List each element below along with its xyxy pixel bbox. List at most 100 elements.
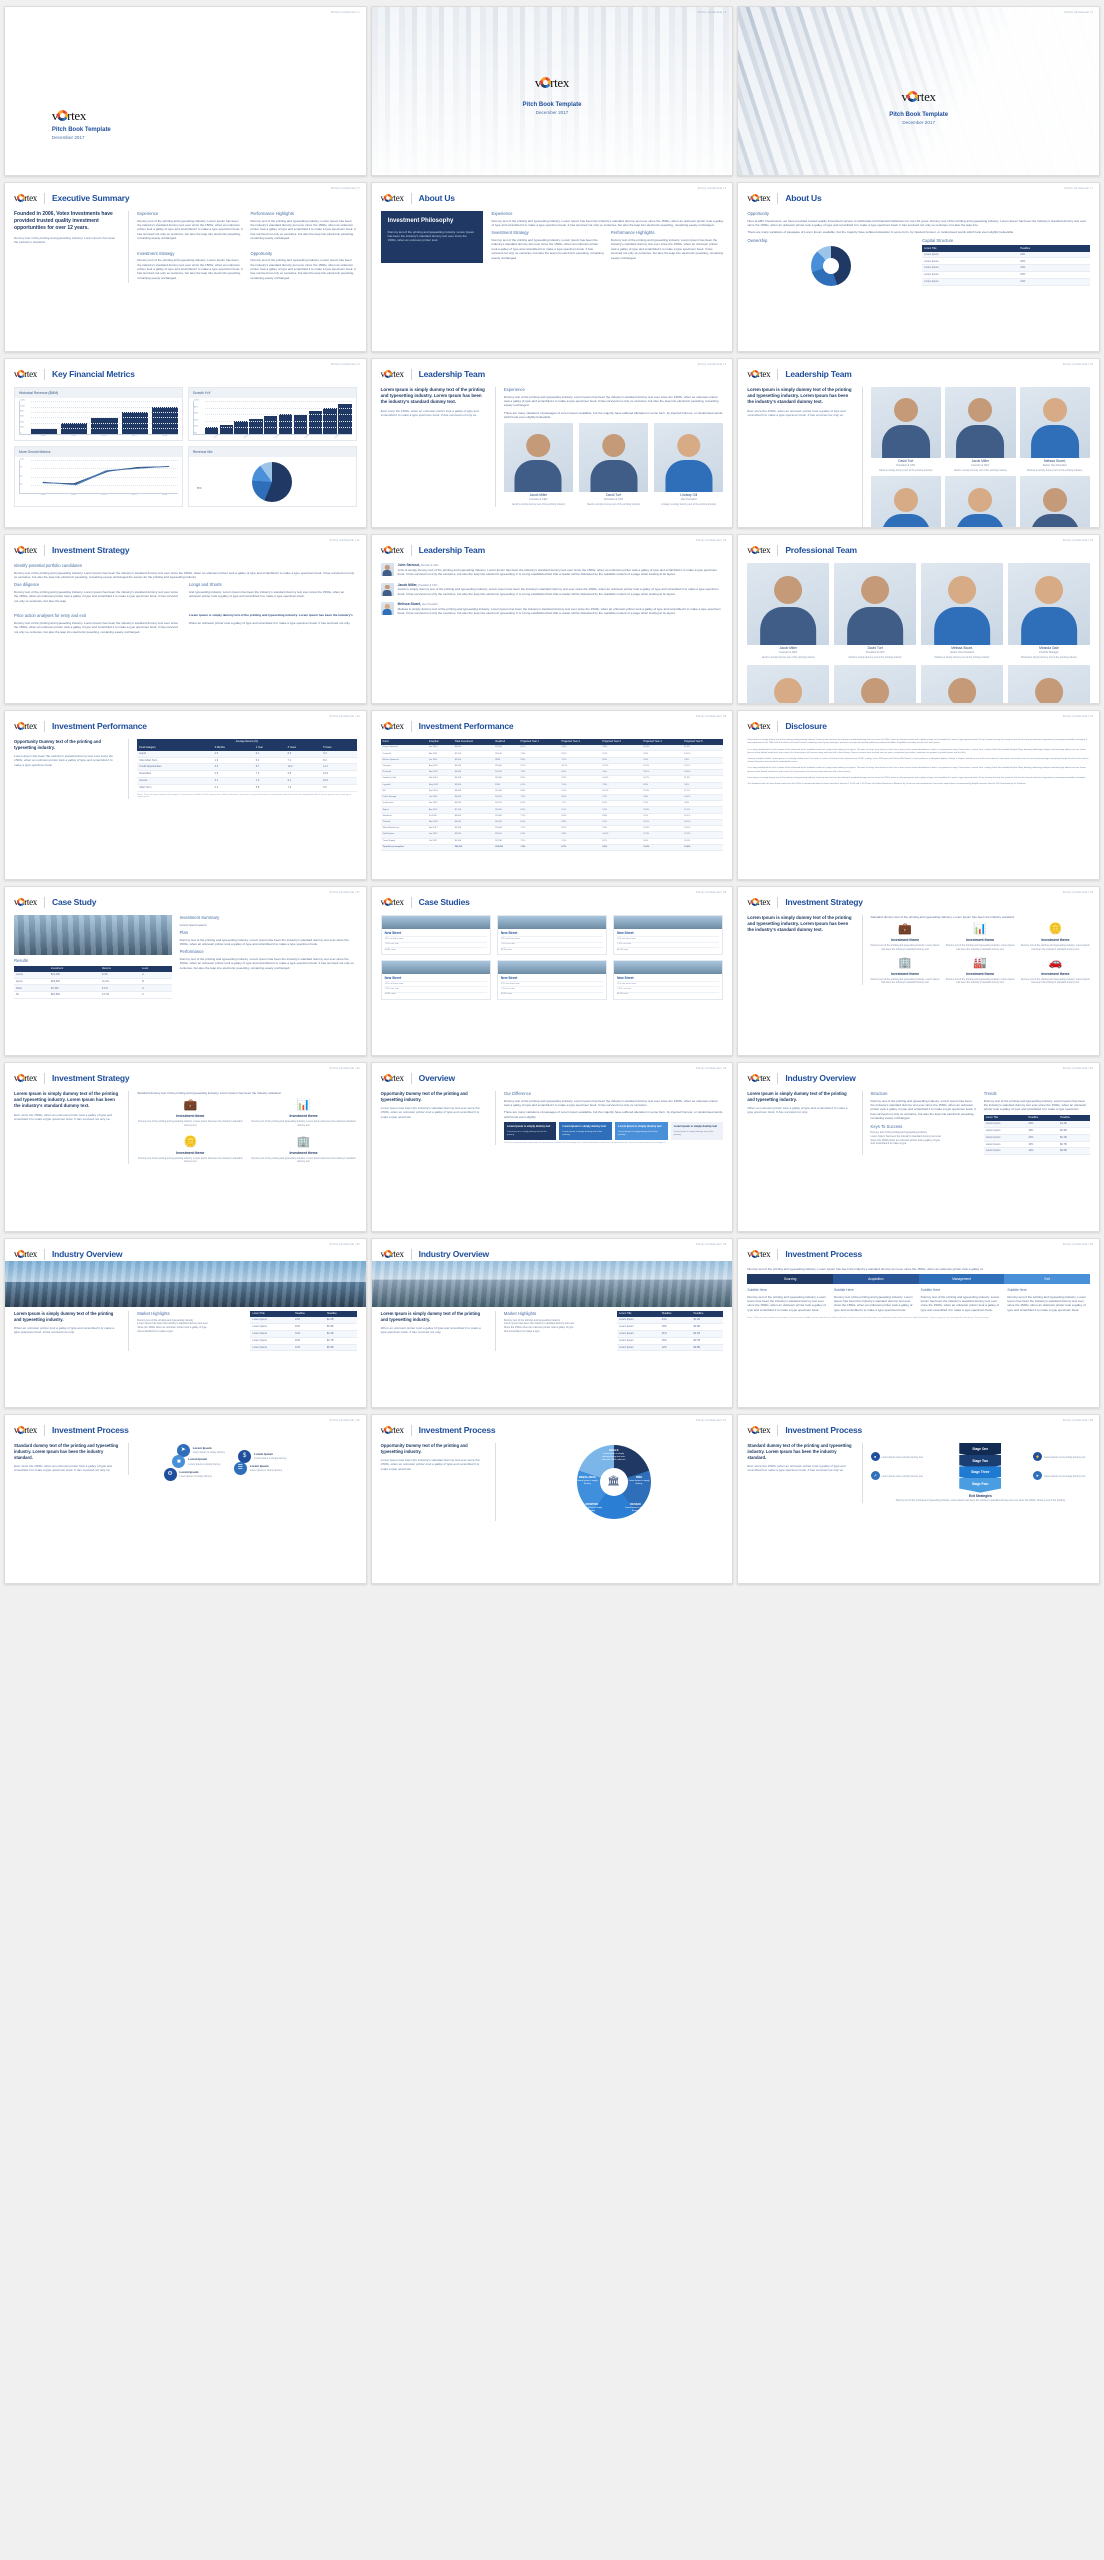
lead-subtext: Ever since the 1500s, when an unknown pr… (14, 1112, 113, 1121)
vortex-logo: v rtex (14, 1249, 37, 1259)
subtitle-text: Dummy text of the printing and typesetti… (920, 1294, 1000, 1312)
section-body-2: There are many variations of passages of… (503, 410, 723, 420)
segment-sub: Lorem Ipsum is simply dummy (581, 1507, 603, 1513)
y-tick: 80% (193, 405, 199, 408)
chart-title: Ownership (747, 237, 768, 243)
column-divider (128, 211, 130, 284)
stage-sourcing[interactable]: Sourcing (747, 1274, 833, 1285)
capital-structure-block: Capital Structure Lorem Title Headline L… (922, 238, 1090, 288)
slide-thumbnail-22[interactable]: Strictly Confidential | 23 v rtex Industr… (4, 1238, 367, 1408)
member-role: Senior Vice President (950, 651, 975, 655)
case-card[interactable]: New Street 12% net lease term 7.5% cost … (380, 915, 491, 955)
theme-text: Dummy text of the printing and typesetti… (1020, 944, 1090, 951)
clipboard-icon: ☰ (233, 1461, 247, 1475)
slide-thumbnail-24[interactable]: Strictly Confidential | 25 v rtex Investm… (737, 1238, 1100, 1408)
car-icon: 🚗 (1048, 957, 1063, 970)
x-axis-labels: 2014 2015 2016 2017 2018 (19, 435, 178, 438)
table-row: Lorem Ipsum 12% $0.5B (983, 1147, 1090, 1156)
professional-team-grid: Jacob Miller Founder & CEO Jacob is simp… (738, 557, 1099, 703)
theme-name: Investment theme (176, 1151, 205, 1156)
card-body: Lorem Ipsum is simply dummy text of the … (673, 1131, 714, 1137)
lead-column: Lorem Ipsum is simply dummy text of the … (14, 1091, 120, 1164)
slide-thumbnail-9[interactable]: Strictly Confidential | 10 v rtex Leaders… (737, 358, 1100, 528)
stage-management[interactable]: Management (918, 1274, 1005, 1285)
callout-body: When an unknown printer took a galley of… (188, 620, 351, 625)
member-role: Founder & CEO (971, 463, 990, 467)
table-row: Lorem Ipsum 12% $0.5B (250, 1344, 357, 1352)
case-card[interactable]: New Street 12% net lease term 7.5% cost … (380, 959, 491, 1000)
team-list: John Sarrusd, Founder & CEO John is simp… (372, 557, 733, 627)
slide-thumbnail-25[interactable]: Strictly Confidential | 26 v rtex Investm… (4, 1414, 367, 1584)
slide-thumbnail-23[interactable]: Strictly Confidential | 24 v rtex Industr… (370, 1238, 734, 1408)
slide-thumbnail-21[interactable]: Strictly Confidential | 22 v rtex Industr… (737, 1062, 1100, 1232)
slide-thumbnail-19[interactable]: Strictly Confidential | 20 v rtex Investm… (4, 1062, 367, 1232)
confidential-label: Strictly Confidential | 7 (1064, 187, 1093, 190)
slide-thumbnail-8[interactable]: Strictly Confidential | 9 v rtex Leadersh… (370, 358, 734, 528)
slide-header: v rtex Investment Process (5, 1415, 366, 1437)
avatar (945, 387, 1016, 458)
revenue-mix-chart: Revenue Mix 56% (187, 446, 357, 508)
slide-thumbnail-13[interactable]: Strictly Confidential | 14 v rtex Investm… (4, 710, 367, 880)
vortex-logo: v rtex (14, 369, 37, 379)
vortex-star-icon (17, 194, 26, 202)
slide-body: Lorem Ipsum is simply dummy text of the … (372, 1307, 733, 1359)
slide-thumbnail-1[interactable]: Strictly Confidential | 2 v rtex Pitch Bo… (4, 6, 367, 176)
team-member-card: Miranda Gale Portfolio Manager Miranda i… (1008, 563, 1090, 660)
lead-statement: Lorem Ipsum is simply dummy text of the … (380, 1311, 481, 1322)
summary-sections: Experience Dummy text of the printing an… (137, 211, 356, 283)
slide-thumbnail-2[interactable]: Strictly Confidential | 3 v rtex Pitch Bo… (370, 6, 734, 176)
slide-thumbnail-14[interactable]: Strictly Confidential | 15 v rtex Investm… (370, 710, 734, 880)
slide-thumbnail-15[interactable]: Strictly Confidential | 16 v rtex Disclos… (737, 710, 1100, 880)
confidential-label: Strictly Confidential | 12 (696, 539, 727, 542)
member-role: Vice President (421, 603, 438, 607)
stage-exit[interactable]: Exit (1004, 1274, 1091, 1285)
section-body: Dummy text of the printing and typesetti… (491, 238, 604, 260)
confidential-label: Strictly Confidential | 11 (329, 539, 360, 542)
slide-thumbnail-10[interactable]: Strictly Confidential | 11 v rtex Investm… (4, 534, 367, 704)
slide-body: Opportunity Here at ABC Investments, we … (738, 205, 1099, 296)
slide-thumbnail-11[interactable]: Strictly Confidential | 12 v rtex Leaders… (370, 534, 734, 704)
case-right-column: Investment Summary Lorem Ipsum Ipsum Pla… (180, 915, 357, 999)
slide-thumbnail-6[interactable]: Strictly Confidential | 7 v rtex About Us… (737, 182, 1100, 352)
process-funnel-diagram: ● Lorem Ipsum text is simply dummy text … (870, 1443, 1090, 1503)
member-name: Melissa Stuart, (397, 602, 421, 607)
case-card-kv: 7.5% cost rate (500, 941, 604, 947)
section-heading: Opportunity (250, 250, 273, 256)
coins-icon: ● (870, 1452, 880, 1462)
slide-thumbnail-3[interactable]: Strictly Confidential | 4 v rtex Pitch Bo… (737, 6, 1100, 176)
slide-thumbnail-5[interactable]: Strictly Confidential | 6 v rtex About Us… (370, 182, 734, 352)
case-card[interactable]: New Street 12% net lease term 7.5% cost … (613, 959, 724, 1000)
segment-label: REBALANCE (578, 1476, 596, 1480)
team-member-card: Lindsay Gill Vice President Lindsay is s… (654, 422, 724, 507)
case-card[interactable]: New Street 12% net lease term 7.5% cost … (496, 915, 608, 955)
slide-thumbnail-26[interactable]: Strictly Confidential | 27 v rtex Investm… (370, 1414, 734, 1584)
section-heading: Performance Highlights (610, 230, 655, 236)
table-row: Income 3.1 7.9 9.1 10.0 (137, 777, 357, 785)
member-role: Founder & CEO (529, 498, 548, 502)
theme-text: Dummy text of the printing and typesetti… (945, 977, 1015, 985)
stage-acquisition[interactable]: Acquisition (833, 1274, 919, 1285)
section-strategy: Investment Strategy Dummy text of the pr… (137, 251, 243, 284)
slide-title: Pitch Book Template (51, 127, 111, 134)
vortex-star-icon (540, 77, 552, 89)
slide-thumbnail-7[interactable]: Strictly Confidential | 8 v rtex Key Fina… (4, 358, 367, 528)
slide-thumbnail-20[interactable]: Strictly Confidential | 21 v rtex Overvie… (370, 1062, 734, 1232)
slide-body: Identify potential portfolio candidates … (5, 557, 366, 645)
slide-thumbnail-17[interactable]: Strictly Confidential | 18 v rtex Case St… (370, 886, 734, 1056)
table-row: Lorem Ipsum 15% $0.7B (983, 1141, 1090, 1149)
vortex-star-icon (750, 546, 759, 554)
case-card[interactable]: New Street 12% net lease term 7.5% cost … (613, 915, 724, 955)
slide-thumbnail-27[interactable]: Strictly Confidential | 28 v rtex Investm… (737, 1414, 1100, 1584)
vortex-logo: v rtex (747, 1425, 771, 1435)
slide-thumbnail-4[interactable]: Strictly Confidential | 5 v rtex Executiv… (4, 182, 367, 352)
vortex-logo: v rtex (51, 108, 87, 124)
slide-body: Lorem Ipsum is simply dummy text of the … (738, 1085, 1099, 1163)
case-card[interactable]: New Street 12% net lease term 7.5% cost … (496, 959, 608, 1000)
slide-thumbnail-18[interactable]: Strictly Confidential | 19 v rtex Investm… (737, 886, 1100, 1056)
section-opportunity: Opportunity Dummy text of the printing a… (250, 251, 356, 284)
bank-icon: 🏛 (599, 1467, 628, 1497)
member-name: John Sarrusd, (397, 563, 420, 568)
slide-title: Investment Performance (52, 721, 147, 732)
slide-thumbnail-12[interactable]: Strictly Confidential | 13 v rtex Profess… (737, 534, 1100, 704)
slide-thumbnail-16[interactable]: Strictly Confidential | 17 v rtex Case St… (4, 886, 367, 1056)
